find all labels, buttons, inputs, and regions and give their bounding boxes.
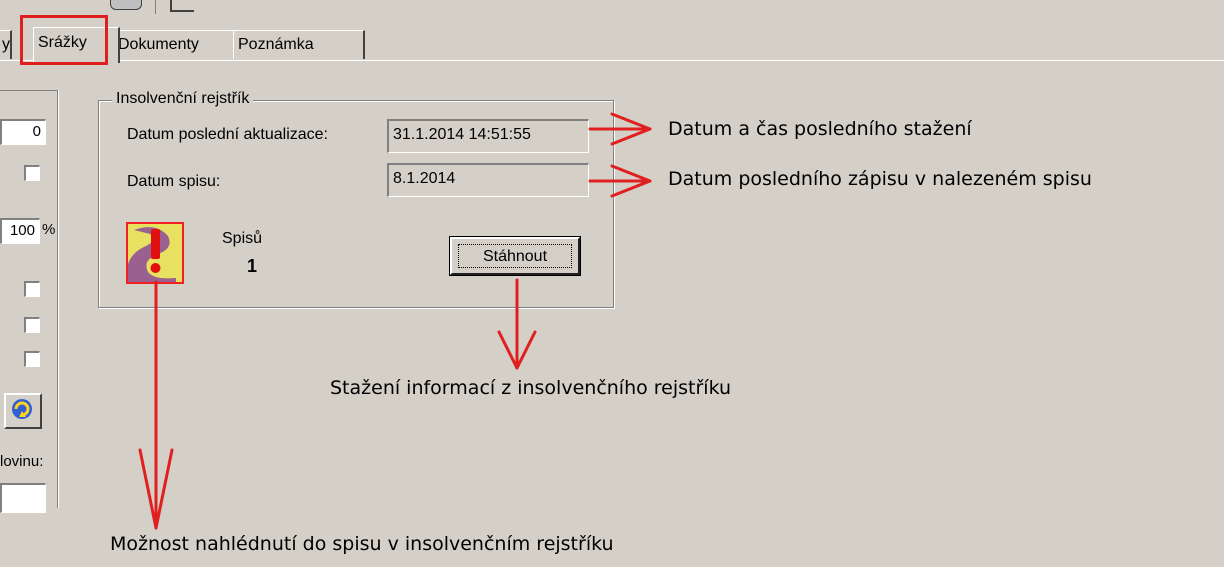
annotation-download-info: Stažení informací z insolvenčního rejstř…: [330, 377, 732, 399]
annotation-arrows: [138, 112, 652, 530]
annotation-last-download: Datum a čas posledního stažení: [668, 118, 972, 140]
annotation-last-entry: Datum posledního zápisu v nalezeném spis…: [668, 168, 1092, 190]
tab-baseline: [0, 60, 1224, 61]
highlight-box: [20, 15, 108, 65]
annotation-view-file: Možnost nahlédnutí do spisu v insolvenčn…: [110, 533, 614, 555]
